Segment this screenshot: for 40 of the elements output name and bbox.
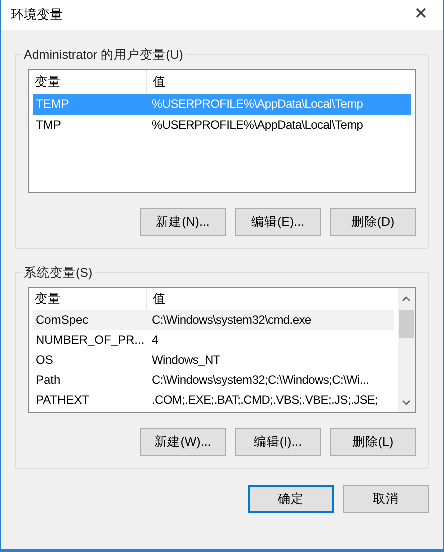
- variable-value: %USERPROFILE%\AppData\Local\Temp: [151, 96, 364, 113]
- list-row[interactable]: PATHEXT .COM;.EXE;.BAT;.CMD;.VBS;.VBE;.JS;.JSE;: [33, 390, 394, 410]
- action-button[interactable]: 删除(D): [330, 208, 416, 236]
- dialog-button[interactable]: 确定: [248, 485, 334, 513]
- variable-value: C:\Windows\system32;C:\Windows;C:\Wi...: [151, 372, 370, 389]
- dialog-button[interactable]: 取消: [343, 485, 429, 513]
- variable-value: .COM;.EXE;.BAT;.CMD;.VBS;.VBE;.JS;.JSE;: [151, 392, 380, 409]
- scroll-thumb[interactable]: [399, 310, 414, 338]
- scroll-down-icon[interactable]: [402, 400, 411, 406]
- variable-name: OS: [35, 352, 54, 369]
- variable-name: PATHEXT: [35, 392, 91, 409]
- action-button[interactable]: 新建(N)...: [140, 208, 226, 236]
- scrollbar[interactable]: [398, 288, 415, 412]
- group-label: 系统变量(S): [22, 264, 95, 283]
- window-title: 环境变量: [11, 6, 63, 24]
- list-row[interactable]: NUMBER_OF_PR... 4: [33, 330, 394, 350]
- variable-value: Windows_NT: [151, 352, 222, 369]
- variable-value: C:\Windows\system32\cmd.exe: [151, 312, 312, 329]
- close-button[interactable]: ✕: [407, 3, 435, 27]
- group-label: Administrator 的用户变量(U): [22, 46, 186, 65]
- variable-value: 4: [151, 332, 160, 349]
- list-row[interactable]: OS Windows_NT: [33, 350, 394, 370]
- list-row[interactable]: ComSpec C:\Windows\system32\cmd.exe: [33, 310, 394, 330]
- variable-name: TEMP: [35, 96, 70, 113]
- variable-name: NUMBER_OF_PR...: [35, 332, 146, 349]
- scroll-up-icon[interactable]: [402, 296, 411, 302]
- variable-value: %USERPROFILE%\AppData\Local\Temp: [151, 117, 364, 134]
- variable-name: ComSpec: [35, 312, 90, 329]
- column-header[interactable]: 值: [147, 288, 398, 310]
- action-button[interactable]: 删除(L): [330, 428, 416, 456]
- list-row[interactable]: Path C:\Windows\system32;C:\Windows;C:\Wi...: [33, 370, 394, 390]
- action-button[interactable]: 编辑(E)...: [235, 208, 321, 236]
- variable-name: Path: [35, 372, 62, 389]
- column-header[interactable]: 值: [147, 70, 415, 94]
- action-button[interactable]: 编辑(I)...: [235, 428, 321, 456]
- list-view[interactable]: 变量 值 TEMP %USERPROFILE%\AppData\Local\Temp TMP %USERPROFILE%\AppData\Local\Temp: [28, 69, 416, 193]
- variable-name: TMP: [35, 117, 62, 134]
- list-view[interactable]: 变量 值 ComSpec C:\Windows\system32\cmd.exe NUMBER_OF_PR... 4 OS Windows_NT Path C:\Windows\system32;C:\Windows;C:\Wi... PATHEXT .COM;.EXE;.BAT;.CMD;.VBS;.VBE;.JS;.JSE;: [28, 287, 416, 413]
- action-button[interactable]: 新建(W)...: [140, 428, 226, 456]
- list-row[interactable]: TMP %USERPROFILE%\AppData\Local\Temp: [33, 115, 411, 136]
